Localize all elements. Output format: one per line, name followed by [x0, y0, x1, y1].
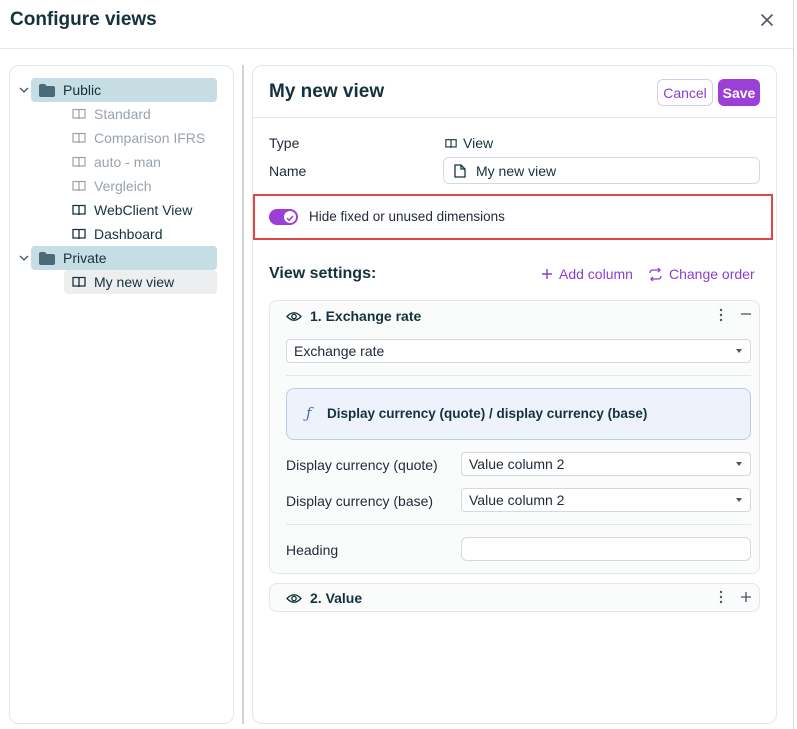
eye-icon[interactable] — [286, 311, 302, 322]
more-vertical-icon[interactable] — [716, 308, 726, 322]
change-order-label: Change order — [669, 266, 755, 282]
header-divider — [253, 117, 776, 118]
column-title[interactable]: 2. Value — [286, 590, 362, 606]
tree-folder-label: Private — [63, 250, 107, 266]
tree-item-dashboard[interactable]: Dashboard — [64, 222, 217, 246]
tree-folder-private[interactable]: Private — [31, 246, 217, 270]
name-label: Name — [269, 163, 307, 179]
tree-folder-label: Public — [63, 82, 102, 98]
tree-item-label: Comparison IFRS — [94, 130, 206, 146]
document-icon — [454, 163, 466, 178]
caret-down-icon — [736, 349, 742, 353]
book-icon — [72, 180, 86, 192]
tree-item-label: My new view — [94, 274, 175, 290]
plus-icon — [542, 269, 552, 279]
tree-item-label: Dashboard — [94, 226, 163, 242]
type-label: Type — [269, 135, 300, 151]
tree-item-my-new-view[interactable]: My new view — [64, 270, 217, 294]
column-title-text: 2. Value — [310, 590, 363, 606]
tree-item-label: WebClient View — [94, 202, 193, 218]
folder-icon — [39, 83, 55, 97]
type-value-text: View — [463, 135, 494, 151]
formula-text: Display currency (quote) / display curre… — [327, 406, 648, 421]
chevron-down-icon[interactable] — [18, 252, 30, 264]
dialog-header: Configure views — [0, 0, 793, 49]
column-title[interactable]: 1. Exchange rate — [286, 308, 421, 324]
book-icon — [72, 108, 86, 120]
save-button[interactable]: Save — [718, 79, 760, 106]
collapse-icon[interactable] — [740, 308, 752, 320]
column-type-value: Exchange rate — [294, 343, 385, 359]
param-label-quote: Display currency (quote) — [286, 457, 438, 473]
param-label-base: Display currency (base) — [286, 493, 434, 509]
book-icon — [72, 204, 86, 216]
param-select-quote[interactable]: Value column 2 — [461, 452, 751, 476]
book-icon — [72, 276, 86, 288]
tree-item-label: Vergleich — [94, 178, 152, 194]
param-value-quote: Value column 2 — [469, 456, 565, 472]
name-input[interactable]: My new view — [443, 157, 760, 184]
chevron-down-icon[interactable] — [18, 84, 30, 96]
column-title-text: 1. Exchange rate — [310, 308, 422, 324]
close-icon[interactable] — [758, 11, 776, 29]
tree-item-auto-man[interactable]: auto - man — [64, 150, 217, 174]
caret-down-icon — [736, 462, 742, 466]
view-settings-title: View settings: — [269, 265, 377, 282]
column-type-select[interactable]: Exchange rate — [286, 339, 751, 363]
card-divider — [286, 524, 751, 525]
dialog-edge — [793, 0, 794, 729]
tree-item-label: auto - man — [94, 154, 161, 170]
expand-icon[interactable] — [740, 591, 752, 603]
tree-item-comparison-ifrs[interactable]: Comparison IFRS — [64, 126, 217, 150]
eye-icon[interactable] — [286, 593, 302, 604]
param-value-base: Value column 2 — [469, 492, 565, 508]
add-column-label: Add column — [559, 266, 633, 282]
toggle-label: Hide fixed or unused dimensions — [309, 209, 505, 224]
view-title: My new view — [269, 81, 385, 102]
name-input-value: My new view — [476, 162, 557, 179]
toggle-knob — [284, 211, 296, 223]
folder-icon — [39, 251, 55, 265]
add-column-button[interactable]: Add column — [541, 266, 633, 282]
check-icon — [286, 215, 294, 222]
function-icon: ƒ — [306, 404, 312, 422]
reorder-icon — [649, 267, 662, 281]
type-value: View — [445, 135, 493, 151]
heading-label: Heading — [286, 542, 339, 558]
book-icon — [445, 138, 457, 148]
book-icon — [72, 156, 86, 168]
card-divider — [286, 375, 751, 376]
heading-input[interactable] — [461, 537, 751, 561]
cancel-button[interactable]: Cancel — [657, 79, 713, 106]
book-icon — [72, 228, 86, 240]
panel-splitter[interactable] — [242, 65, 244, 724]
tree-item-vergleich[interactable]: Vergleich — [64, 174, 217, 198]
caret-down-icon — [736, 498, 742, 502]
tree-item-label: Standard — [94, 106, 151, 122]
book-icon — [72, 132, 86, 144]
more-vertical-icon[interactable] — [716, 590, 726, 604]
param-select-base[interactable]: Value column 2 — [461, 488, 751, 512]
change-order-button[interactable]: Change order — [648, 266, 755, 282]
dialog-title: Configure views — [10, 9, 157, 30]
tree-item-standard[interactable]: Standard — [64, 102, 217, 126]
tree-folder-public[interactable]: Public — [31, 78, 217, 102]
tree-item-webclient-view[interactable]: WebClient View — [64, 198, 217, 222]
hide-dimensions-toggle[interactable] — [269, 209, 298, 225]
